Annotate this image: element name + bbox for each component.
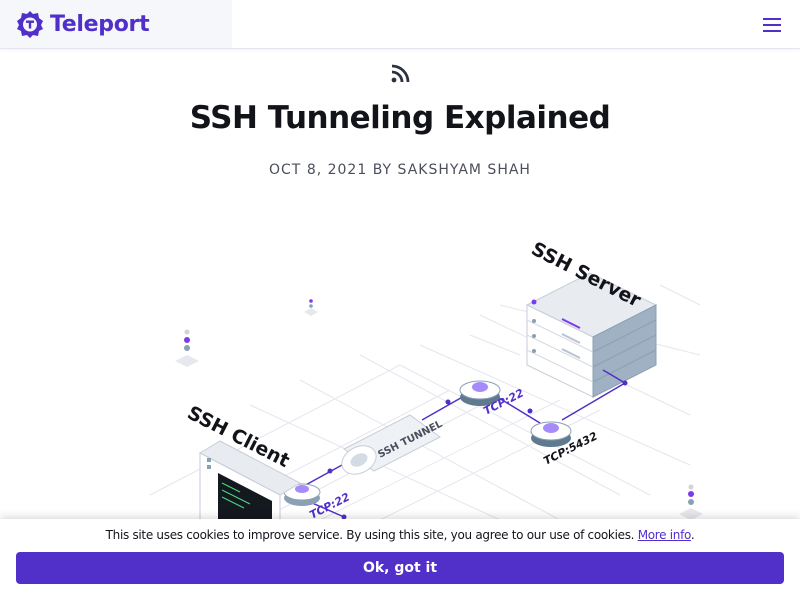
brand-name: Teleport [50,11,150,37]
top-navigation-bar: Teleport [0,0,800,49]
hamburger-menu-icon[interactable] [760,14,784,34]
hero-illustration: SSH Server SSH TUNNEL TCP:22 TCP:5432 TC… [149,238,703,520]
cookie-text: This site uses cookies to improve servic… [105,528,635,542]
teleport-logo-link[interactable]: Teleport [16,10,150,38]
cookie-suffix: . [690,528,695,542]
logo-area: Teleport [0,0,232,48]
accept-cookies-button[interactable]: Ok, got it [16,552,784,584]
article-title: SSH Tunneling Explained [189,100,611,136]
cookie-message: This site uses cookies to improve servic… [0,528,800,542]
author-link[interactable]: SAKSHYAM SHAH [398,162,531,178]
teleport-logo-icon [17,11,43,38]
article-by: BY [372,162,393,178]
rss-icon[interactable] [390,64,410,84]
cookie-banner: This site uses cookies to improve servic… [0,519,800,600]
article-date: OCT 8, 2021 [269,162,368,178]
article-meta: OCT 8, 2021 BY SAKSHYAM SHAH [0,162,800,178]
more-info-link[interactable]: More info [638,528,691,542]
